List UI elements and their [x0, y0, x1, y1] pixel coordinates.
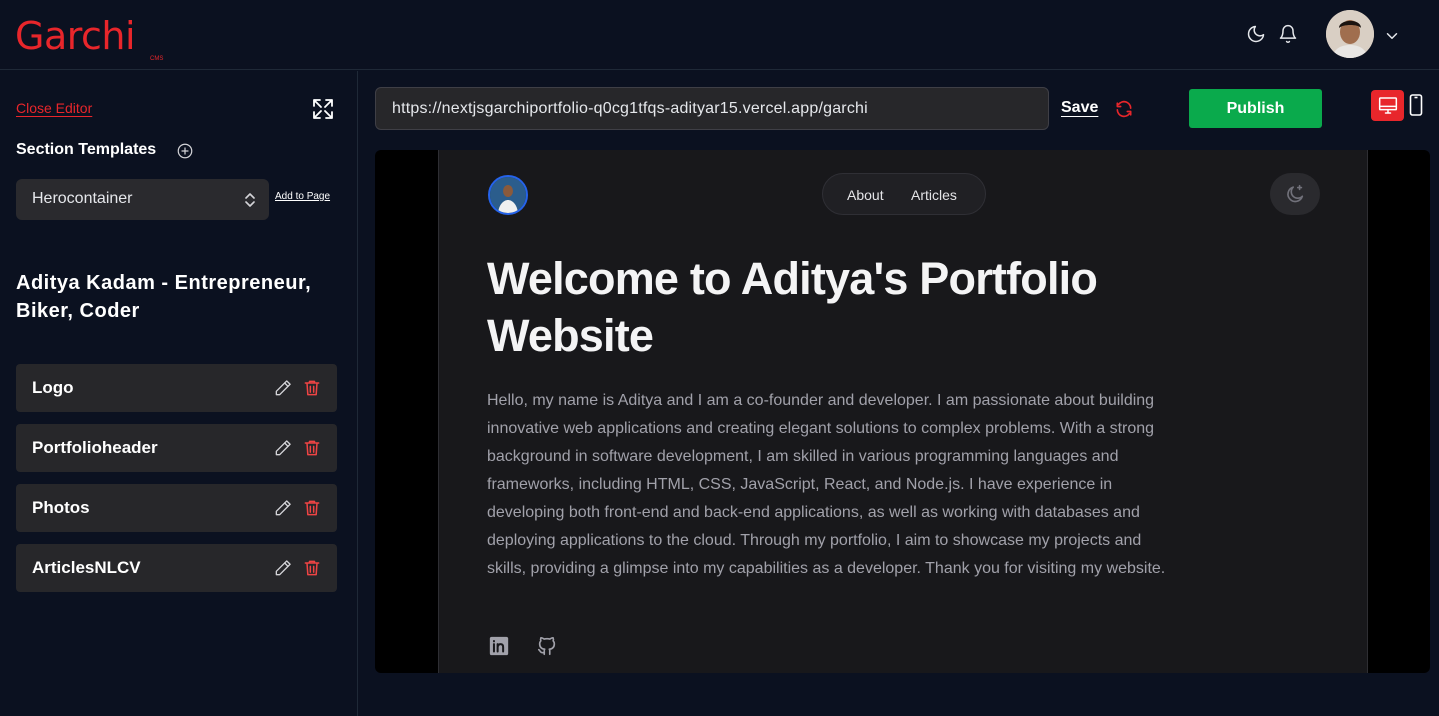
- section-item-articlesnlcv[interactable]: ArticlesNLCV: [16, 544, 337, 592]
- linkedin-icon[interactable]: [488, 635, 510, 662]
- pencil-icon[interactable]: [273, 558, 293, 583]
- logo-subtitle: CMS: [150, 56, 164, 62]
- preview-site: About Articles Welcome to Aditya's Portf…: [438, 150, 1368, 673]
- nav-articles-link[interactable]: Articles: [911, 187, 957, 203]
- select-arrows-icon: [243, 191, 257, 214]
- moon-sparkle-icon: [1287, 184, 1304, 203]
- pencil-icon[interactable]: [273, 498, 293, 523]
- add-template-icon[interactable]: [176, 142, 194, 165]
- bell-icon[interactable]: [1278, 24, 1298, 44]
- close-editor-link[interactable]: Close Editor: [16, 100, 92, 116]
- site-preview: About Articles Welcome to Aditya's Portf…: [375, 150, 1430, 673]
- section-templates-label: Section Templates: [16, 141, 157, 158]
- page-title: Aditya Kadam - Entrepreneur, Biker, Code…: [16, 272, 312, 322]
- add-to-page-link[interactable]: Add to Page: [275, 191, 330, 202]
- expand-icon[interactable]: [311, 97, 335, 126]
- garchi-logo[interactable]: Garchi CMS: [15, 14, 163, 62]
- section-item-logo[interactable]: Logo: [16, 364, 337, 412]
- site-avatar[interactable]: [488, 175, 528, 215]
- pencil-icon[interactable]: [273, 378, 293, 403]
- github-icon[interactable]: [536, 635, 558, 662]
- save-button[interactable]: Save: [1061, 99, 1098, 117]
- trash-icon[interactable]: [302, 558, 322, 583]
- preview-url-input[interactable]: https://nextjsgarchiportfolio-q0cg1tfqs-…: [375, 87, 1049, 130]
- section-item-label: ArticlesNLCV: [32, 558, 141, 577]
- mobile-view-button[interactable]: [1409, 94, 1423, 121]
- desktop-icon: [1378, 97, 1398, 114]
- section-item-photos[interactable]: Photos: [16, 484, 337, 532]
- refresh-icon[interactable]: [1114, 99, 1134, 124]
- avatar[interactable]: [1326, 10, 1374, 58]
- chevron-down-icon[interactable]: [1383, 27, 1401, 50]
- template-select-value: Herocontainer: [32, 190, 133, 207]
- section-item-label: Portfolioheader: [32, 438, 158, 457]
- trash-icon[interactable]: [302, 498, 322, 523]
- desktop-view-button[interactable]: [1371, 90, 1404, 121]
- moon-icon[interactable]: [1246, 24, 1266, 44]
- template-select[interactable]: Herocontainer: [16, 179, 269, 220]
- editor-sidebar: Close Editor Section Templates Heroconta…: [0, 71, 358, 716]
- logo-text: Garchi: [15, 14, 136, 58]
- top-bar: Garchi CMS: [0, 0, 1439, 70]
- hero-paragraph: Hello, my name is Aditya and I am a co-f…: [487, 392, 1166, 577]
- trash-icon[interactable]: [302, 438, 322, 463]
- publish-button[interactable]: Publish: [1189, 89, 1322, 128]
- pencil-icon[interactable]: [273, 438, 293, 463]
- site-nav: About Articles: [822, 173, 986, 215]
- section-item-portfolioheader[interactable]: Portfolioheader: [16, 424, 337, 472]
- section-item-label: Logo: [32, 378, 74, 397]
- nav-about-link[interactable]: About: [847, 187, 884, 203]
- section-item-label: Photos: [32, 498, 90, 517]
- theme-toggle-button[interactable]: [1270, 173, 1320, 215]
- mobile-icon: [1409, 94, 1423, 116]
- hero-title: Welcome to Aditya's Portfolio Website: [487, 253, 1098, 361]
- trash-icon[interactable]: [302, 378, 322, 403]
